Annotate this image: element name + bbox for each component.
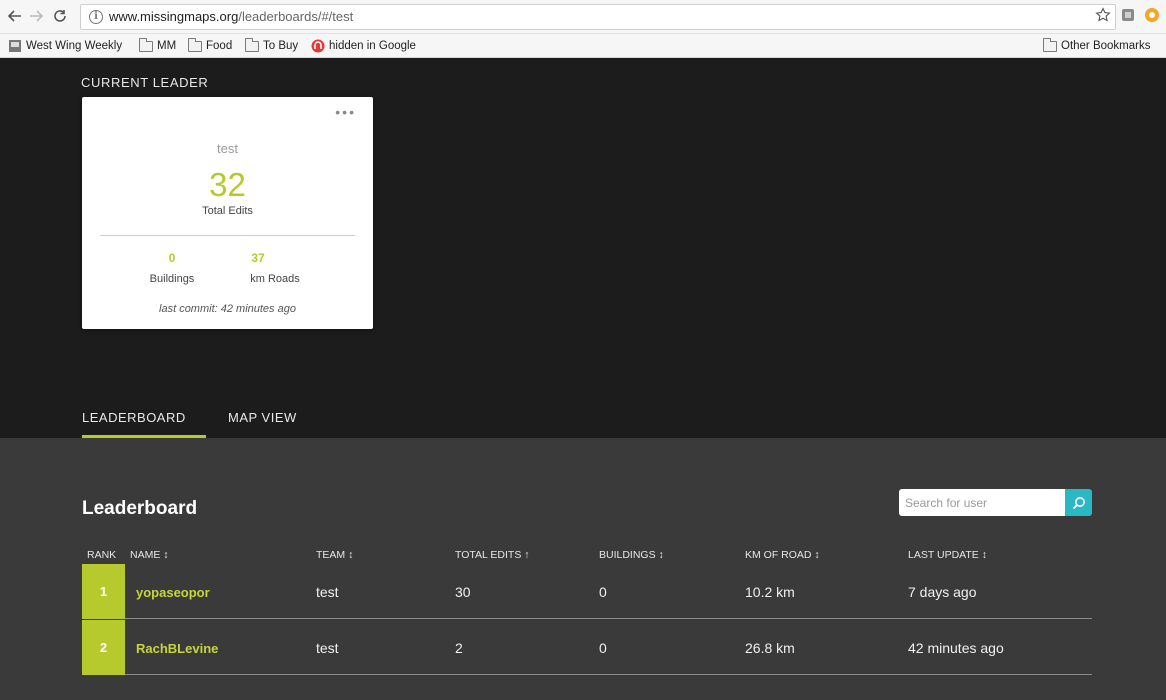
col-last-update[interactable]: LAST UPDATE ↕: [908, 549, 987, 561]
rank-badge: 2: [82, 620, 125, 675]
col-km-of-road[interactable]: KM OF ROAD ↕: [745, 549, 820, 561]
bookmark-food[interactable]: Food: [188, 37, 233, 54]
col-rank: RANK: [87, 549, 117, 561]
roads-value: 37: [251, 251, 265, 265]
back-icon[interactable]: [6, 7, 24, 25]
table-row: 2 RachBLevine test 2 0 26.8 km 42 minute…: [82, 620, 1092, 675]
col-team[interactable]: TEAM ↕: [316, 549, 353, 561]
col-total-edits[interactable]: TOTAL EDITS ↑: [455, 549, 529, 561]
forward-icon[interactable]: [27, 7, 45, 25]
buildings-value: 0: [168, 251, 176, 265]
bookmark-mm[interactable]: MM: [139, 37, 177, 54]
hidden-site-icon: [311, 39, 325, 53]
bookmarks-bar: West Wing Weekly MM Food To Buy hidden i…: [0, 34, 1166, 58]
last-commit: last commit: 42 minutes ago: [159, 303, 296, 315]
last-update-cell: 42 minutes ago: [908, 640, 1004, 656]
user-name-link[interactable]: RachBLevine: [136, 641, 218, 656]
bookmark-label: To Buy: [263, 40, 299, 52]
url-path: /leaderboards/#/test: [238, 9, 354, 24]
total-edits-cell: 30: [455, 584, 471, 600]
km-road-cell: 26.8 km: [745, 640, 795, 656]
leaderboard-section: Leaderboard RANK NAME ↕ TEAM ↕ TOTAL EDI…: [0, 438, 1166, 700]
bookmark-label: West Wing Weekly: [26, 40, 123, 52]
km-road-cell: 10.2 km: [745, 584, 795, 600]
rank-badge: 1: [82, 564, 125, 619]
browser-toolbar: i www.missingmaps.org/leaderboards/#/tes…: [0, 0, 1166, 34]
extension-icon[interactable]: [1120, 7, 1138, 25]
bookmark-to-buy[interactable]: To Buy: [245, 37, 299, 54]
leader-username: test: [217, 141, 238, 156]
other-bookmarks[interactable]: Other Bookmarks: [1043, 37, 1151, 54]
total-edits-label: Total Edits: [202, 205, 253, 217]
last-update-cell: 7 days ago: [908, 584, 977, 600]
buildings-cell: 0: [599, 584, 607, 600]
card-divider: [100, 235, 355, 236]
search-icon: [1072, 496, 1085, 509]
leaderboard-title: Leaderboard: [82, 498, 198, 519]
hero-section: CURRENT LEADER ••• test 32 Total Edits 0…: [0, 58, 1166, 438]
other-bookmarks-label: Other Bookmarks: [1061, 40, 1151, 52]
bookmark-label: hidden in Google: [329, 40, 416, 52]
folder-icon: [139, 37, 153, 52]
user-name-link[interactable]: yopaseopor: [136, 585, 210, 600]
bookmark-label: MM: [157, 40, 177, 52]
folder-icon: [1043, 37, 1057, 52]
url-host: www.missingmaps.org: [109, 9, 239, 24]
current-leader-label: CURRENT LEADER: [81, 75, 209, 90]
bookmark-west-wing-weekly[interactable]: West Wing Weekly: [8, 38, 122, 54]
tab-leaderboard[interactable]: LEADERBOARD: [82, 410, 186, 425]
current-leader-card: ••• test 32 Total Edits 0 Buildings 37 k…: [82, 97, 373, 329]
buildings-label: Buildings: [149, 273, 195, 285]
buildings-cell: 0: [599, 640, 607, 656]
search-button[interactable]: [1065, 489, 1092, 516]
roads-label: km Roads: [250, 273, 300, 285]
table-row: 1 yopaseopor test 30 0 10.2 km 7 days ag…: [82, 564, 1092, 619]
folder-icon: [188, 37, 202, 52]
bookmark-label: Food: [206, 40, 233, 52]
tab-map-view[interactable]: MAP VIEW: [228, 410, 297, 425]
bookmark-hidden-in-google[interactable]: hidden in Google: [311, 38, 416, 54]
col-buildings[interactable]: BUILDINGS ↕: [599, 549, 664, 561]
team-cell: test: [316, 584, 339, 600]
info-icon[interactable]: i: [89, 10, 103, 24]
address-bar[interactable]: i www.missingmaps.org/leaderboards/#/tes…: [80, 4, 1116, 30]
bookmark-page-icon: [9, 40, 21, 52]
leader-total-edits: 32: [209, 166, 246, 203]
search-input[interactable]: [899, 489, 1065, 516]
folder-icon: [245, 37, 259, 52]
reload-icon[interactable]: [51, 7, 69, 25]
extension-orange-icon[interactable]: [1144, 7, 1162, 25]
team-cell: test: [316, 640, 339, 656]
star-icon[interactable]: [1095, 7, 1113, 25]
col-name[interactable]: NAME ↕: [130, 549, 169, 561]
more-options-icon[interactable]: •••: [335, 104, 356, 120]
total-edits-cell: 2: [455, 640, 463, 656]
